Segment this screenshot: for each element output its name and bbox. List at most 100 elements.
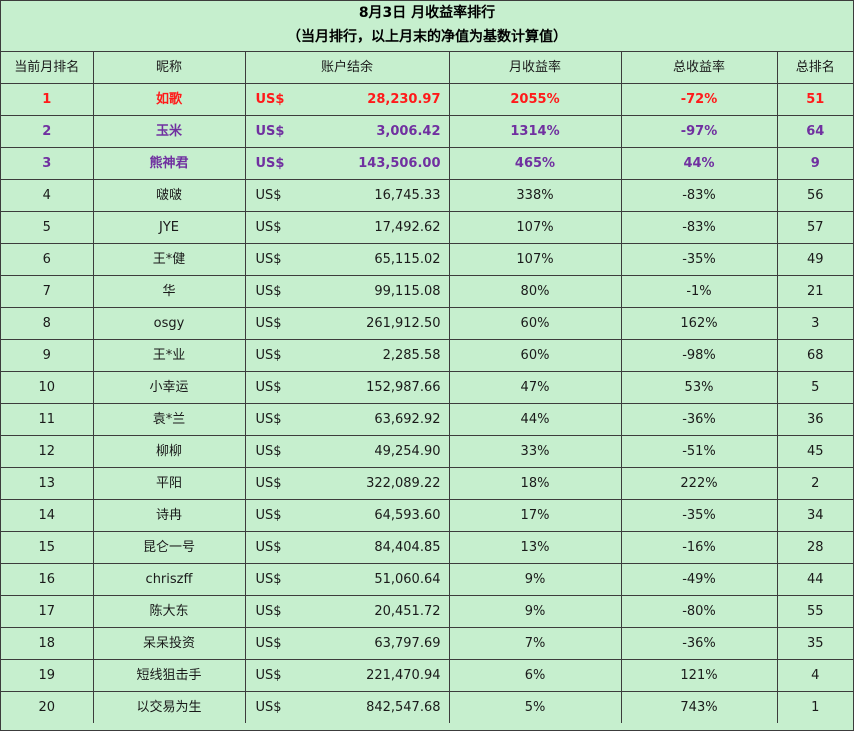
cell-overall-rank[interactable]: 36 [776,403,853,436]
cell-nickname[interactable]: 短线狙击手 [92,659,246,692]
cell-total-return[interactable]: 743% [620,691,778,723]
cell-balance[interactable]: US$ 65,115.02 [244,243,450,276]
cell-total-return[interactable]: -36% [620,403,778,436]
cell-balance[interactable]: US$ 49,254.90 [244,435,450,468]
cell-nickname[interactable]: 熊神君 [92,147,246,180]
cell-monthly-return[interactable]: 44% [448,403,622,436]
cell-rank[interactable]: 12 [1,435,94,468]
cell-total-return[interactable]: -36% [620,627,778,660]
cell-monthly-return[interactable]: 338% [448,179,622,212]
cell-balance[interactable]: US$ 152,987.66 [244,371,450,404]
cell-rank[interactable]: 13 [1,467,94,500]
header-balance[interactable]: 账户结余 [244,52,450,84]
header-monthly-return[interactable]: 月收益率 [448,52,622,84]
cell-total-return[interactable]: -72% [620,83,778,116]
cell-nickname[interactable]: 平阳 [92,467,246,500]
cell-overall-rank[interactable]: 68 [776,339,853,372]
cell-total-return[interactable]: -80% [620,595,778,628]
cell-total-return[interactable]: -97% [620,115,778,148]
cell-monthly-return[interactable]: 9% [448,563,622,596]
cell-nickname[interactable]: 如歌 [92,83,246,116]
cell-rank[interactable]: 4 [1,179,94,212]
cell-nickname[interactable]: 小幸运 [92,371,246,404]
cell-total-return[interactable]: -49% [620,563,778,596]
cell-overall-rank[interactable]: 45 [776,435,853,468]
cell-balance[interactable]: US$ 51,060.64 [244,563,450,596]
cell-nickname[interactable]: 啵啵 [92,179,246,212]
cell-rank[interactable]: 9 [1,339,94,372]
cell-monthly-return[interactable]: 9% [448,595,622,628]
cell-nickname[interactable]: 柳柳 [92,435,246,468]
cell-overall-rank[interactable]: 56 [776,179,853,212]
cell-total-return[interactable]: 121% [620,659,778,692]
cell-balance[interactable]: US$ 261,912.50 [244,307,450,340]
cell-overall-rank[interactable]: 2 [776,467,853,500]
cell-monthly-return[interactable]: 17% [448,499,622,532]
header-total-return[interactable]: 总收益率 [620,52,778,84]
cell-monthly-return[interactable]: 33% [448,435,622,468]
cell-overall-rank[interactable]: 4 [776,659,853,692]
cell-monthly-return[interactable]: 60% [448,339,622,372]
cell-balance[interactable]: US$ 20,451.72 [244,595,450,628]
cell-balance[interactable]: US$ 84,404.85 [244,531,450,564]
cell-monthly-return[interactable]: 465% [448,147,622,180]
cell-overall-rank[interactable]: 51 [776,83,853,116]
cell-rank[interactable]: 10 [1,371,94,404]
cell-balance[interactable]: US$ 63,797.69 [244,627,450,660]
cell-total-return[interactable]: -98% [620,339,778,372]
cell-rank[interactable]: 16 [1,563,94,596]
cell-balance[interactable]: US$ 143,506.00 [244,147,450,180]
cell-nickname[interactable]: 王*业 [92,339,246,372]
cell-balance[interactable]: US$ 221,470.94 [244,659,450,692]
cell-rank[interactable]: 14 [1,499,94,532]
cell-monthly-return[interactable]: 13% [448,531,622,564]
cell-nickname[interactable]: 昆仑一号 [92,531,246,564]
cell-monthly-return[interactable]: 7% [448,627,622,660]
cell-total-return[interactable]: 53% [620,371,778,404]
cell-overall-rank[interactable]: 64 [776,115,853,148]
cell-nickname[interactable]: 王*健 [92,243,246,276]
cell-nickname[interactable]: JYE [92,211,246,244]
cell-balance[interactable]: US$ 16,745.33 [244,179,450,212]
cell-overall-rank[interactable]: 1 [776,691,853,723]
cell-nickname[interactable]: 呆呆投资 [92,627,246,660]
cell-rank[interactable]: 11 [1,403,94,436]
cell-overall-rank[interactable]: 35 [776,627,853,660]
cell-rank[interactable]: 2 [1,115,94,148]
cell-monthly-return[interactable]: 80% [448,275,622,308]
cell-overall-rank[interactable]: 55 [776,595,853,628]
cell-monthly-return[interactable]: 1314% [448,115,622,148]
cell-overall-rank[interactable]: 34 [776,499,853,532]
cell-rank[interactable]: 1 [1,83,94,116]
cell-rank[interactable]: 6 [1,243,94,276]
cell-monthly-return[interactable]: 60% [448,307,622,340]
cell-total-return[interactable]: -16% [620,531,778,564]
cell-balance[interactable]: US$ 99,115.08 [244,275,450,308]
header-overall-rank[interactable]: 总排名 [776,52,853,84]
header-rank[interactable]: 当前月排名 [1,52,94,84]
cell-nickname[interactable]: 袁*兰 [92,403,246,436]
cell-overall-rank[interactable]: 57 [776,211,853,244]
cell-nickname[interactable]: 诗冉 [92,499,246,532]
cell-rank[interactable]: 8 [1,307,94,340]
cell-monthly-return[interactable]: 107% [448,243,622,276]
cell-total-return[interactable]: -35% [620,243,778,276]
cell-balance[interactable]: US$ 3,006.42 [244,115,450,148]
cell-total-return[interactable]: -83% [620,211,778,244]
cell-overall-rank[interactable]: 49 [776,243,853,276]
cell-rank[interactable]: 15 [1,531,94,564]
cell-monthly-return[interactable]: 6% [448,659,622,692]
cell-total-return[interactable]: 162% [620,307,778,340]
cell-balance[interactable]: US$ 63,692.92 [244,403,450,436]
cell-rank[interactable]: 18 [1,627,94,660]
cell-balance[interactable]: US$ 322,089.22 [244,467,450,500]
cell-rank[interactable]: 3 [1,147,94,180]
cell-rank[interactable]: 19 [1,659,94,692]
cell-overall-rank[interactable]: 21 [776,275,853,308]
cell-rank[interactable]: 17 [1,595,94,628]
cell-total-return[interactable]: -83% [620,179,778,212]
cell-balance[interactable]: US$ 28,230.97 [244,83,450,116]
cell-monthly-return[interactable]: 2055% [448,83,622,116]
cell-balance[interactable]: US$ 64,593.60 [244,499,450,532]
cell-total-return[interactable]: 222% [620,467,778,500]
